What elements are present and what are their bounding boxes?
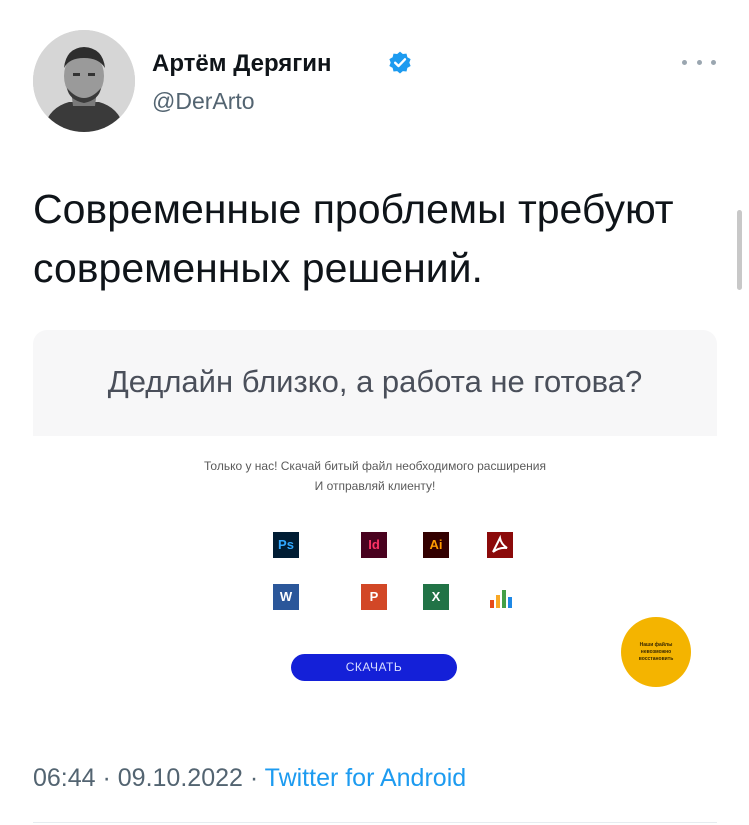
badge-text: Наши файлы невозможно восстановить xyxy=(638,641,674,662)
powerpoint-icon: P xyxy=(361,584,387,610)
promo-text-line: Только у нас! Скачай битый файл необходи… xyxy=(204,459,546,473)
indesign-icon: Id xyxy=(361,532,387,558)
tweet-text: Современные проблемы требуют современных… xyxy=(33,186,674,291)
app-icons-grid: Ps Id Ai W P X xyxy=(265,524,525,614)
author-handle[interactable]: @DerArto xyxy=(152,88,255,115)
illustrator-icon: Ai xyxy=(423,532,449,558)
source-link[interactable]: Twitter for Android xyxy=(265,764,466,792)
verified-badge-icon xyxy=(389,51,411,74)
promo-text-line: И отправляй клиенту! xyxy=(314,479,436,493)
timestamp-text[interactable]: 06:44 · 09.10.2022 · xyxy=(33,764,265,792)
more-options-icon[interactable] xyxy=(682,55,716,69)
download-button: СКАЧАТЬ xyxy=(291,654,457,681)
avatar[interactable] xyxy=(33,30,135,132)
photoshop-icon: Ps xyxy=(273,532,299,558)
promo-badge: Наши файлы невозможно восстановить xyxy=(621,617,691,687)
avatar-photo xyxy=(33,30,135,132)
excel-icon: X xyxy=(423,584,449,610)
scrollbar[interactable] xyxy=(737,210,742,290)
word-icon: W xyxy=(273,584,299,610)
chart-app-icon xyxy=(487,584,513,610)
author-name[interactable]: Артём Дерягин xyxy=(152,50,332,78)
tweet-card: Артём Дерягин @DerArto Современные пробл… xyxy=(0,0,749,825)
tweet-timestamp: 06:44 · 09.10.2022 · Twitter for Android xyxy=(33,764,466,793)
embed-title: Дедлайн близко, а работа не готова? xyxy=(107,364,643,399)
tweet-media-image[interactable]: Дедлайн близко, а работа не готова? Толь… xyxy=(33,330,717,710)
acrobat-icon xyxy=(487,532,513,558)
divider xyxy=(33,822,717,823)
